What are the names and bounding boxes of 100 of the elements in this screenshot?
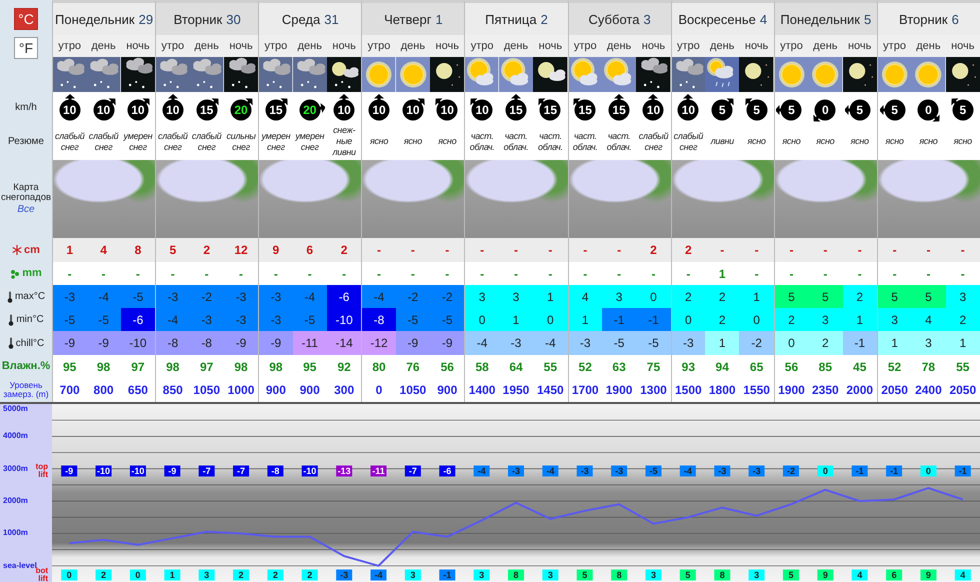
freezing-level: 2050 — [949, 383, 976, 397]
freezing-level: 1050 — [193, 383, 220, 397]
snow-amount: 2 — [340, 243, 348, 257]
humidity-value: 98 — [269, 360, 283, 374]
day-date: 29 — [138, 12, 154, 26]
weather-summary: ясно — [404, 136, 422, 147]
rain-amount: - — [170, 266, 175, 280]
freezing-level: 2050 — [881, 383, 908, 397]
weather-summary: слабый снег — [672, 130, 704, 152]
row-label: min°C — [16, 314, 44, 325]
temperature-cell: 2 — [946, 308, 980, 331]
temperature-badge: -1 — [439, 570, 456, 580]
temperature-badge: -8 — [267, 466, 284, 476]
snow-amount: 12 — [234, 243, 248, 257]
snow-amount: - — [410, 243, 415, 257]
period-label: день — [91, 40, 116, 52]
temperature-cell: -5 — [602, 331, 636, 355]
day-name: Воскресенье — [678, 12, 756, 26]
period-label: ночь — [436, 40, 459, 52]
temperature-cell: -5 — [292, 308, 327, 331]
thermometer-icon — [8, 337, 14, 349]
unit-toggle[interactable]: °F — [14, 37, 38, 59]
period-label: день — [710, 40, 734, 52]
temperature-badge: -10 — [130, 466, 146, 476]
temperature-cell: 0 — [774, 331, 808, 355]
day-date: 3 — [643, 12, 651, 26]
period-label: утро — [780, 40, 803, 52]
rain-amount: - — [68, 266, 72, 280]
thermometer-icon — [8, 314, 14, 326]
freezing-level: 1950 — [502, 383, 530, 397]
humidity-value: 58 — [475, 360, 489, 374]
humidity-value: 92 — [337, 360, 351, 374]
temperature-cell: 3 — [808, 308, 843, 331]
temperature-badge: 0 — [920, 466, 936, 476]
snow-amount: - — [480, 243, 484, 257]
temperature-badge: -4 — [474, 466, 490, 476]
wind-speed: 10 — [646, 102, 662, 116]
snow-amount: 2 — [685, 243, 692, 257]
freezing-level: 1900 — [778, 383, 805, 397]
temperature-badge: 4 — [852, 570, 868, 580]
axis-label: 5000m — [3, 404, 28, 414]
temperature-cell: 3 — [498, 285, 534, 308]
temperature-cell: 5 — [911, 285, 946, 308]
day-date: 1 — [435, 12, 443, 26]
temperature-cell: -3 — [224, 308, 258, 331]
temperature-badge: 3 — [474, 570, 490, 580]
row-label: Влажн.% — [2, 360, 50, 373]
wind-speed: 10 — [62, 102, 78, 116]
all-maps-link[interactable]: Все — [17, 204, 35, 216]
humidity-value: 94 — [716, 360, 729, 374]
period-label: утро — [264, 40, 288, 52]
period-label: день — [400, 40, 426, 52]
temperature-cell: -2 — [189, 285, 224, 308]
period-label: утро — [161, 40, 184, 52]
temperature-badge: 8 — [611, 570, 628, 580]
temperature-cell: 1 — [876, 331, 912, 355]
temperature-cell: -5 — [636, 331, 671, 355]
temperature-cell: 3 — [911, 331, 946, 355]
unit-toggle[interactable]: °C — [14, 8, 38, 30]
snow-amount: - — [617, 243, 622, 257]
temperature-cell: -9 — [52, 331, 86, 355]
row-label: chill°C — [16, 338, 44, 348]
temperature-cell: 0 — [739, 308, 774, 331]
snow-amount: - — [548, 243, 552, 257]
freezing-level: 1300 — [640, 383, 667, 397]
wind-speed: 10 — [336, 102, 352, 116]
period-label: день — [813, 40, 838, 52]
temperature-cell: -3 — [224, 285, 258, 308]
temperature-cell: -9 — [86, 331, 121, 355]
temperature-badge: -7 — [404, 466, 421, 476]
wind-speed: 0 — [820, 102, 830, 116]
temperature-badge: 9 — [920, 570, 936, 580]
temperature-badge: -1 — [852, 466, 868, 476]
temperature-badge: -1 — [886, 466, 902, 476]
wind-speed: 15 — [508, 102, 524, 116]
temperature-cell: -3 — [670, 331, 706, 355]
period-label: ночь — [332, 40, 356, 52]
freezing-level: 1800 — [708, 383, 736, 397]
period-label: ночь — [951, 40, 975, 52]
freezing-level: 1900 — [606, 383, 632, 397]
humidity-value: 97 — [200, 360, 214, 374]
humidity-value: 56 — [440, 360, 454, 374]
weather-summary: ясно — [919, 136, 938, 147]
weather-summary: слабый снег — [638, 130, 670, 152]
freezing-level: 900 — [300, 383, 320, 397]
temperature-cell: -2 — [396, 285, 430, 308]
freezing-level: 650 — [128, 383, 148, 397]
rain-amount: - — [651, 266, 656, 280]
weather-summary: ливни — [710, 136, 734, 147]
temperature-badge: 3 — [645, 570, 662, 580]
temperature-badge: -3 — [508, 466, 524, 476]
temperature-badge: 3 — [404, 570, 421, 580]
temperature-badge: -7 — [198, 466, 215, 476]
weather-summary: умерен снег — [260, 130, 292, 152]
snowflake-icon — [12, 245, 22, 255]
weather-summary: част. облач. — [502, 130, 530, 152]
temperature-cell: 0 — [670, 308, 706, 331]
temperature-cell: -5 — [86, 308, 121, 331]
row-label: km/h — [15, 102, 37, 113]
rain-amount: - — [342, 266, 346, 280]
